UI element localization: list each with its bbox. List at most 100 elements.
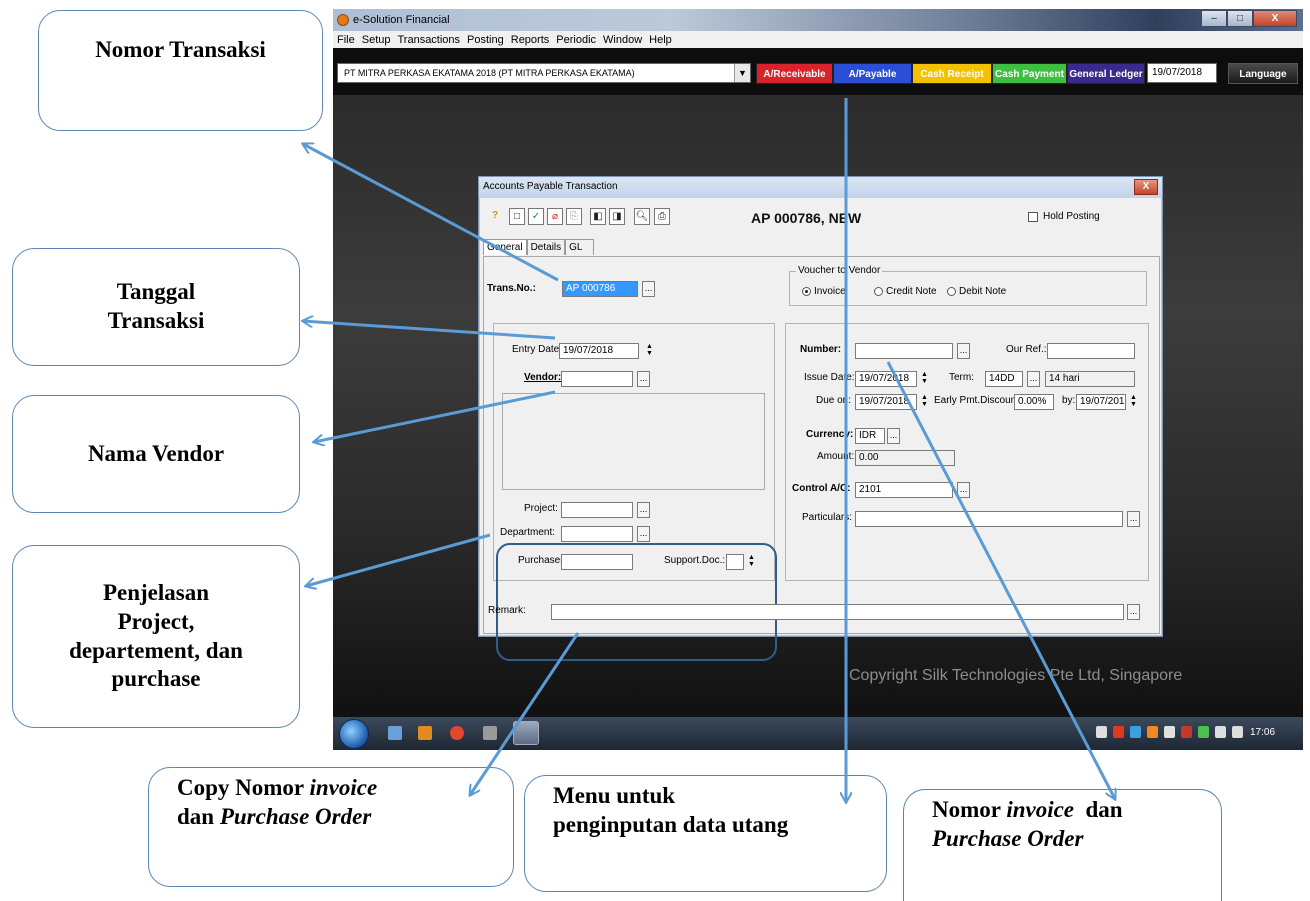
- tray-icon[interactable]: [1096, 726, 1107, 738]
- callout-text: Nama Vendor: [87, 440, 225, 466]
- vendor-field[interactable]: [561, 371, 633, 387]
- media-icon[interactable]: [418, 726, 432, 740]
- control-ac-lookup-button[interactable]: ...: [957, 482, 970, 498]
- our-ref-field[interactable]: [1047, 343, 1135, 359]
- menu-window[interactable]: Window: [603, 34, 642, 46]
- chevron-down-icon[interactable]: ▼: [734, 64, 750, 82]
- tray-icon[interactable]: [1215, 726, 1226, 738]
- callout-text: Menu untuk: [553, 783, 676, 808]
- callout-text: Penjelasan: [102, 580, 210, 605]
- radio-icon[interactable]: [947, 286, 956, 296]
- project-field[interactable]: [561, 502, 633, 518]
- early-discount-field[interactable]: 0.00%: [1014, 394, 1054, 410]
- department-field[interactable]: [561, 526, 633, 542]
- tab-gl[interactable]: GL: [565, 239, 594, 255]
- by-date-field[interactable]: 19/07/2018: [1076, 394, 1126, 410]
- help-icon[interactable]: ?: [487, 208, 503, 225]
- menu-reports[interactable]: Reports: [511, 34, 550, 46]
- radio-icon[interactable]: [874, 286, 883, 296]
- next-record-icon[interactable]: ◨: [609, 208, 625, 225]
- due-on-field[interactable]: 19/07/2018: [855, 394, 917, 410]
- start-button[interactable]: [339, 719, 369, 749]
- save-icon[interactable]: ✓: [528, 208, 544, 225]
- trans-no-field[interactable]: AP 000786: [562, 281, 638, 297]
- new-doc-icon[interactable]: □: [509, 208, 525, 225]
- currency-lookup-button[interactable]: ...: [887, 428, 900, 444]
- trans-no-lookup-button[interactable]: ...: [642, 281, 655, 297]
- menu-help[interactable]: Help: [649, 34, 672, 46]
- tray-icon[interactable]: [1164, 726, 1175, 738]
- remark-lookup-button[interactable]: ...: [1127, 604, 1140, 620]
- entry-date-spinner[interactable]: ▲ ▼: [644, 343, 655, 359]
- currency-field[interactable]: IDR: [855, 428, 885, 444]
- app-icon[interactable]: [483, 726, 497, 740]
- prev-record-icon[interactable]: ◧: [590, 208, 606, 225]
- debit-note-radio[interactable]: Debit Note: [947, 286, 1006, 297]
- tray-icon[interactable]: [1130, 726, 1141, 738]
- callout-text: Transaksi: [107, 308, 205, 333]
- term-lookup-button[interactable]: ...: [1027, 371, 1040, 387]
- term-desc-field: 14 hari: [1045, 371, 1135, 387]
- close-button[interactable]: X: [1253, 10, 1297, 27]
- global-date-field[interactable]: 19/07/2018: [1147, 63, 1217, 83]
- dialog-tabs: General Details GL: [483, 239, 594, 255]
- particulars-lookup-button[interactable]: ...: [1127, 511, 1140, 527]
- remark-field[interactable]: [551, 604, 1124, 620]
- particulars-field[interactable]: [855, 511, 1123, 527]
- preview-icon[interactable]: 🔍︎: [634, 208, 650, 225]
- tray-icon[interactable]: [1198, 726, 1209, 738]
- menu-transactions[interactable]: Transactions: [397, 34, 460, 46]
- currency-label: Currency:: [806, 429, 854, 440]
- control-ac-field[interactable]: 2101: [855, 482, 953, 498]
- dialog-close-button[interactable]: X: [1134, 179, 1158, 195]
- voucher-legend: Voucher to Vendor: [796, 265, 883, 276]
- receivable-button[interactable]: A/Receivable: [756, 63, 833, 84]
- maximize-button[interactable]: □: [1227, 10, 1253, 27]
- menu-periodic[interactable]: Periodic: [556, 34, 596, 46]
- payable-button[interactable]: A/Payable: [833, 63, 912, 84]
- print-icon[interactable]: ⎙: [654, 208, 670, 225]
- callout-nomor-transaksi: Nomor Transaksi: [38, 10, 323, 131]
- app-title: e-Solution Financial: [353, 14, 450, 26]
- project-lookup-button[interactable]: ...: [637, 502, 650, 518]
- term-code-field[interactable]: 14DD: [985, 371, 1023, 387]
- explorer-icon[interactable]: [388, 726, 402, 740]
- company-select[interactable]: PT MITRA PERKASA EKATAMA 2018 (PT MITRA …: [337, 63, 751, 83]
- tray-icon[interactable]: [1181, 726, 1192, 738]
- copy-icon[interactable]: ⎘: [566, 208, 582, 225]
- due-on-spinner[interactable]: ▲ ▼: [919, 394, 930, 410]
- invoice-number-field[interactable]: [855, 343, 953, 359]
- general-ledger-button[interactable]: General Ledger: [1067, 63, 1145, 84]
- tray-icon[interactable]: [1147, 726, 1158, 738]
- number-lookup-button[interactable]: ...: [957, 343, 970, 359]
- cash-payment-button[interactable]: Cash Payment: [992, 63, 1067, 84]
- tray-icon[interactable]: [1113, 726, 1124, 738]
- department-lookup-button[interactable]: ...: [637, 526, 650, 542]
- vendor-lookup-button[interactable]: ...: [637, 371, 650, 387]
- invoice-radio[interactable]: Invoice: [802, 286, 846, 297]
- issue-date-field[interactable]: 19/07/2018: [855, 371, 917, 387]
- particulars-label: Particulars:: [802, 512, 853, 523]
- delete-icon[interactable]: ⌀: [547, 208, 563, 225]
- hold-posting-checkbox[interactable]: Hold Posting: [1028, 211, 1100, 222]
- tray-icon[interactable]: [1232, 726, 1243, 738]
- callout-penjelasan: Penjelasan Project, departement, dan pur…: [12, 545, 300, 728]
- cash-receipt-button[interactable]: Cash Receipt: [912, 63, 992, 84]
- esolution-taskbar-icon[interactable]: [513, 721, 539, 745]
- issue-date-spinner[interactable]: ▲ ▼: [919, 371, 930, 387]
- entry-date-field[interactable]: 19/07/2018: [559, 343, 639, 359]
- tab-general[interactable]: General: [483, 239, 527, 255]
- language-button[interactable]: Language: [1228, 63, 1298, 84]
- minimize-button[interactable]: –: [1201, 10, 1227, 27]
- radio-icon[interactable]: [802, 286, 811, 296]
- tab-details[interactable]: Details: [526, 239, 566, 255]
- checkbox-box[interactable]: [1028, 211, 1038, 222]
- menu-bar: File Setup Transactions Posting Reports …: [333, 31, 1303, 48]
- menu-file[interactable]: File: [337, 34, 355, 46]
- transaction-heading: AP 000786, NEW: [751, 210, 862, 226]
- credit-note-radio[interactable]: Credit Note: [874, 286, 937, 297]
- menu-posting[interactable]: Posting: [467, 34, 504, 46]
- menu-setup[interactable]: Setup: [362, 34, 391, 46]
- browser-icon[interactable]: [450, 726, 464, 740]
- by-date-spinner[interactable]: ▲ ▼: [1128, 394, 1139, 410]
